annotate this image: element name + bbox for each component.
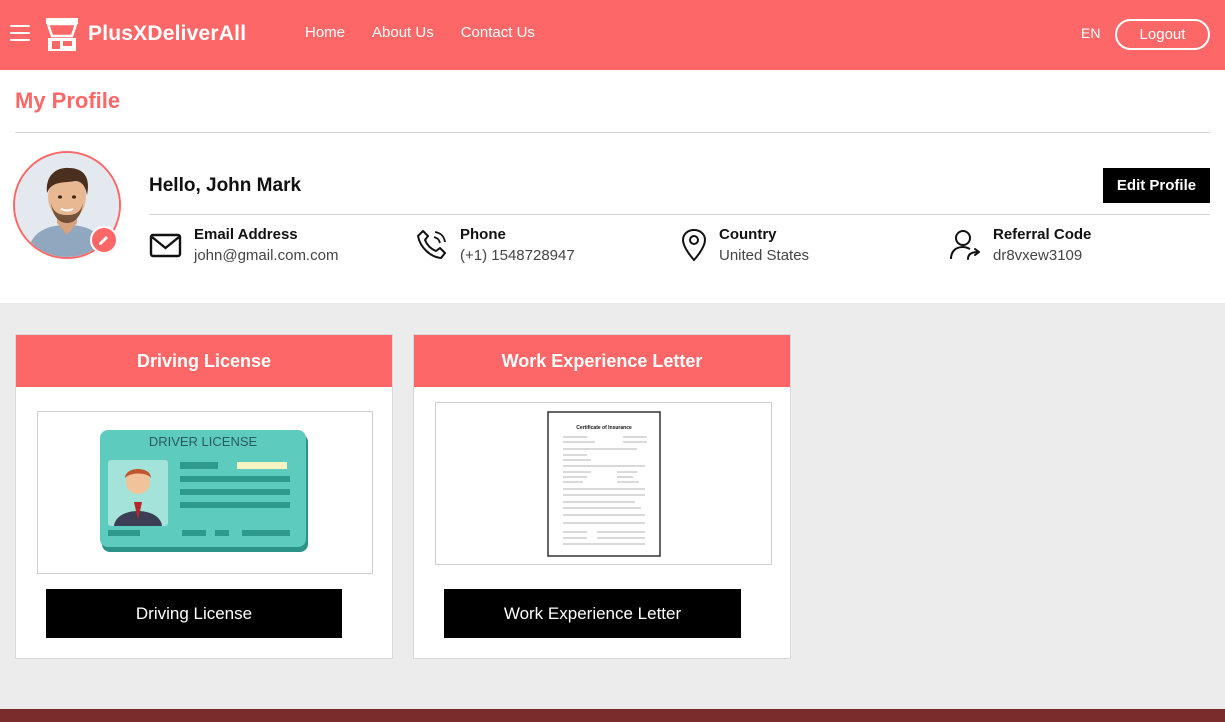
- driving-license-button[interactable]: Driving License: [46, 589, 342, 638]
- email-value: john@gmail.com.com: [194, 247, 339, 264]
- email-info: Email Address john@gmail.com.com: [149, 226, 338, 265]
- location-pin-icon: [681, 228, 707, 262]
- edit-avatar-button[interactable]: [90, 226, 118, 254]
- phone-info: Phone (+1) 1548728947: [415, 226, 575, 265]
- document-card-work-experience: Work Experience Letter Certificate of In…: [413, 334, 791, 659]
- work-experience-preview[interactable]: Certificate of Insurance: [435, 402, 772, 565]
- top-header: PlusXDeliverAll Home About Us Contact Us…: [0, 0, 1225, 70]
- brand-name: PlusXDeliverAll: [88, 22, 247, 45]
- envelope-icon: [149, 233, 182, 258]
- nav-contact-us[interactable]: Contact Us: [461, 24, 535, 41]
- footer-bar: [0, 709, 1225, 722]
- email-label: Email Address: [194, 226, 298, 243]
- info-divider: [149, 214, 1210, 215]
- document-heading: Certificate of Insurance: [576, 425, 632, 431]
- storefront-logo-icon: [46, 18, 78, 51]
- nav-about-us[interactable]: About Us: [372, 24, 434, 41]
- title-divider: [15, 132, 1210, 133]
- referral-value: dr8vxew3109: [993, 247, 1083, 264]
- driver-license-image: DRIVER LICENSE: [100, 430, 308, 552]
- driver-license-card-text: DRIVER LICENSE: [149, 434, 258, 449]
- logout-button[interactable]: Logout: [1115, 19, 1210, 50]
- hamburger-menu-icon[interactable]: [10, 25, 30, 43]
- work-experience-document-image: Certificate of Insurance: [546, 410, 661, 557]
- pencil-icon: [99, 236, 108, 245]
- phone-icon: [417, 230, 446, 259]
- card-title: Driving License: [16, 335, 392, 387]
- country-value: United States: [719, 247, 810, 264]
- phone-value: (+1) 1548728947: [460, 247, 575, 264]
- driving-license-preview[interactable]: DRIVER LICENSE: [37, 411, 373, 574]
- referral-label: Referral Code: [993, 226, 1092, 243]
- document-card-driving-license: Driving License DRIVER LICENSE Driving L…: [15, 334, 393, 659]
- country-label: Country: [719, 226, 777, 243]
- greeting-text: Hello, John Mark: [149, 175, 302, 196]
- nav-home[interactable]: Home: [305, 24, 345, 41]
- brand-logo[interactable]: PlusXDeliverAll: [44, 16, 246, 52]
- country-info: Country United States: [680, 226, 809, 265]
- phone-label: Phone: [460, 226, 506, 243]
- referral-info: Referral Code dr8vxew3109: [948, 226, 1091, 265]
- main-nav: Home About Us Contact Us: [305, 24, 562, 41]
- edit-profile-button[interactable]: Edit Profile: [1103, 168, 1210, 203]
- language-selector[interactable]: EN: [1081, 25, 1100, 41]
- work-experience-letter-button[interactable]: Work Experience Letter: [444, 589, 741, 638]
- user-share-icon: [950, 230, 980, 260]
- profile-section: My Profile Hello, John Mark Edit Profile…: [0, 70, 1225, 303]
- page-title: My Profile: [15, 88, 121, 113]
- card-title: Work Experience Letter: [414, 335, 790, 387]
